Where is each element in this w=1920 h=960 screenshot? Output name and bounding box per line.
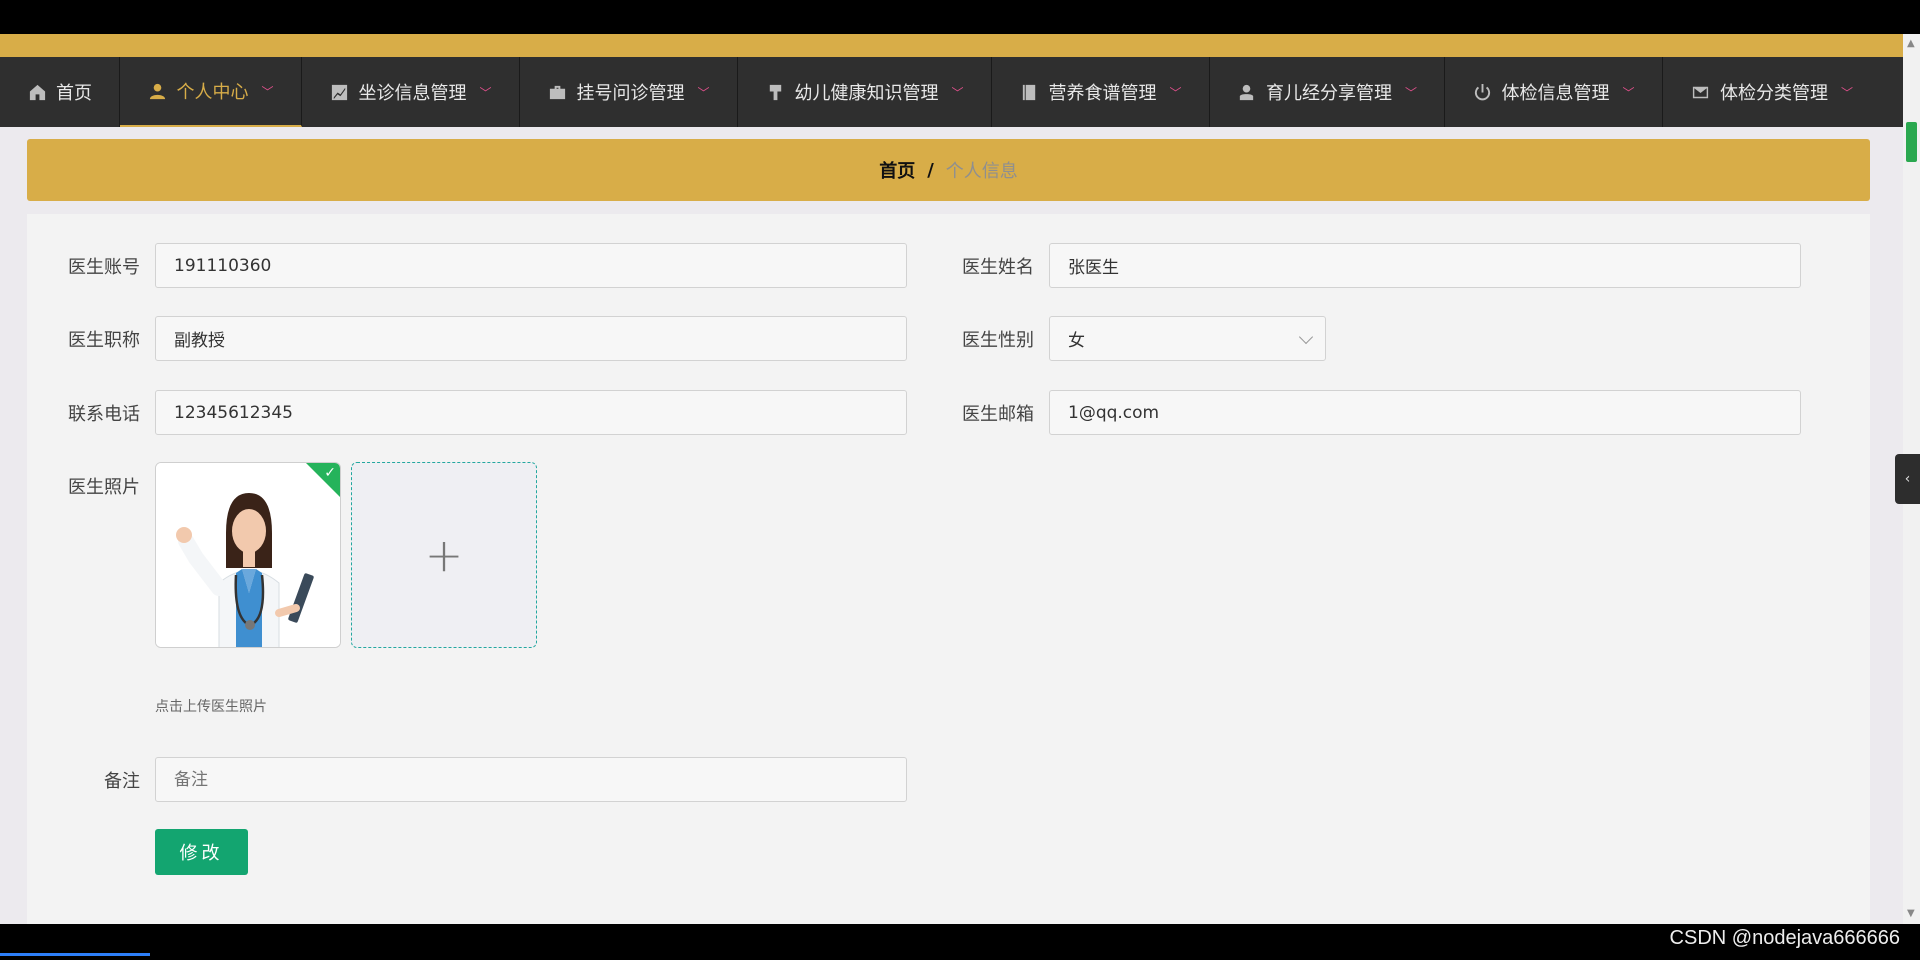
nav-item-registration[interactable]: 挂号问诊管理 ﹀ (520, 57, 738, 127)
nav-label: 首页 (56, 83, 92, 104)
plus-icon: + (424, 528, 464, 582)
chevron-down-icon: ﹀ (1622, 85, 1635, 100)
breadcrumb: 首页 / 个人信息 (27, 139, 1870, 201)
main-navigation: 首页 个人中心 ﹀ 坐诊信息管理 ﹀ 挂号问诊管理 ﹀ 幼儿健康知识管理 ﹀ 营… (0, 57, 1903, 127)
brush-icon (765, 82, 785, 102)
nav-label: 体检信息管理 (1501, 83, 1610, 104)
nav-item-nutrition-recipes[interactable]: 营养食谱管理 ﹀ (992, 57, 1210, 127)
check-icon: ✓ (324, 465, 336, 481)
gender-label: 医生性别 (962, 330, 1034, 351)
home-icon (27, 82, 47, 102)
chevron-down-icon: ﹀ (1404, 85, 1417, 100)
chevron-down-icon: ﹀ (1169, 85, 1182, 100)
user-icon (147, 81, 167, 101)
phone-input[interactable]: 12345612345 (155, 390, 907, 435)
remark-label: 备注 (104, 771, 140, 792)
chevron-down-icon: ﹀ (479, 85, 492, 100)
briefcase-icon (547, 82, 567, 102)
title-label: 医生职称 (68, 330, 140, 351)
submit-button[interactable]: 修改 (155, 829, 248, 875)
photo-upload-hint: 点击上传医生照片 (155, 699, 267, 715)
watermark-text: CSDN @nodejava666666 (1669, 927, 1900, 949)
chevron-left-icon: ‹ (1904, 471, 1911, 487)
nav-label: 个人中心 (176, 82, 249, 103)
nav-item-consultation[interactable]: 坐诊信息管理 ﹀ (302, 57, 520, 127)
email-label: 医生邮箱 (962, 404, 1034, 425)
photo-label: 医生照片 (68, 477, 140, 498)
chevron-down-icon: ﹀ (261, 84, 274, 99)
breadcrumb-separator: / (927, 159, 934, 181)
title-input[interactable]: 副教授 (155, 316, 907, 361)
email-input[interactable]: 1@qq.com (1049, 390, 1801, 435)
chevron-down-icon: ﹀ (951, 85, 964, 100)
nav-item-home[interactable]: 首页 (0, 57, 120, 127)
nav-item-exam-category[interactable]: 体检分类管理 ﹀ (1663, 57, 1881, 127)
mail-icon (1691, 82, 1711, 102)
nav-label: 幼儿健康知识管理 (794, 83, 939, 104)
top-black-bar (0, 0, 1920, 34)
scroll-up-icon[interactable]: ▲ (1907, 38, 1915, 49)
nav-label: 营养食谱管理 (1048, 83, 1157, 104)
scroll-down-icon[interactable]: ▼ (1907, 908, 1915, 919)
nav-item-parenting-share[interactable]: 育儿经分享管理 ﹀ (1210, 57, 1445, 127)
nav-label: 体检分类管理 (1719, 83, 1828, 104)
person-icon (1237, 82, 1257, 102)
breadcrumb-home[interactable]: 首页 (879, 157, 915, 183)
phone-label: 联系电话 (68, 404, 140, 425)
gender-selected-value: 女 (1068, 331, 1085, 351)
name-input[interactable]: 张医生 (1049, 243, 1801, 288)
chart-icon (329, 82, 349, 102)
nav-item-exam-info[interactable]: 体检信息管理 ﹀ (1445, 57, 1663, 127)
power-icon (1472, 82, 1492, 102)
upload-photo-button[interactable]: + (351, 462, 537, 648)
name-label: 医生姓名 (962, 257, 1034, 278)
progress-indicator (0, 953, 150, 956)
remark-input[interactable] (155, 757, 907, 802)
scrollbar-thumb[interactable] (1906, 122, 1917, 162)
nav-label: 挂号问诊管理 (576, 83, 685, 104)
chevron-down-icon: ﹀ (1840, 85, 1853, 100)
breadcrumb-current: 个人信息 (945, 161, 1018, 182)
side-collapse-tab[interactable]: ‹ (1895, 454, 1920, 504)
bottom-black-bar (0, 924, 1920, 960)
chevron-down-icon: ﹀ (697, 85, 710, 100)
header-strip (0, 34, 1903, 57)
nav-label: 坐诊信息管理 (358, 83, 467, 104)
gender-select[interactable]: 女 (1049, 316, 1326, 361)
account-label: 医生账号 (68, 257, 140, 278)
nav-label: 育儿经分享管理 (1265, 83, 1392, 104)
chevron-down-icon (1298, 329, 1314, 345)
nav-item-personal-center[interactable]: 个人中心 ﹀ (120, 57, 302, 127)
account-input[interactable]: 191110360 (155, 243, 907, 288)
book-icon (1019, 82, 1039, 102)
nav-item-health-knowledge[interactable]: 幼儿健康知识管理 ﹀ (738, 57, 992, 127)
doctor-photo[interactable]: ✓ (155, 462, 341, 648)
